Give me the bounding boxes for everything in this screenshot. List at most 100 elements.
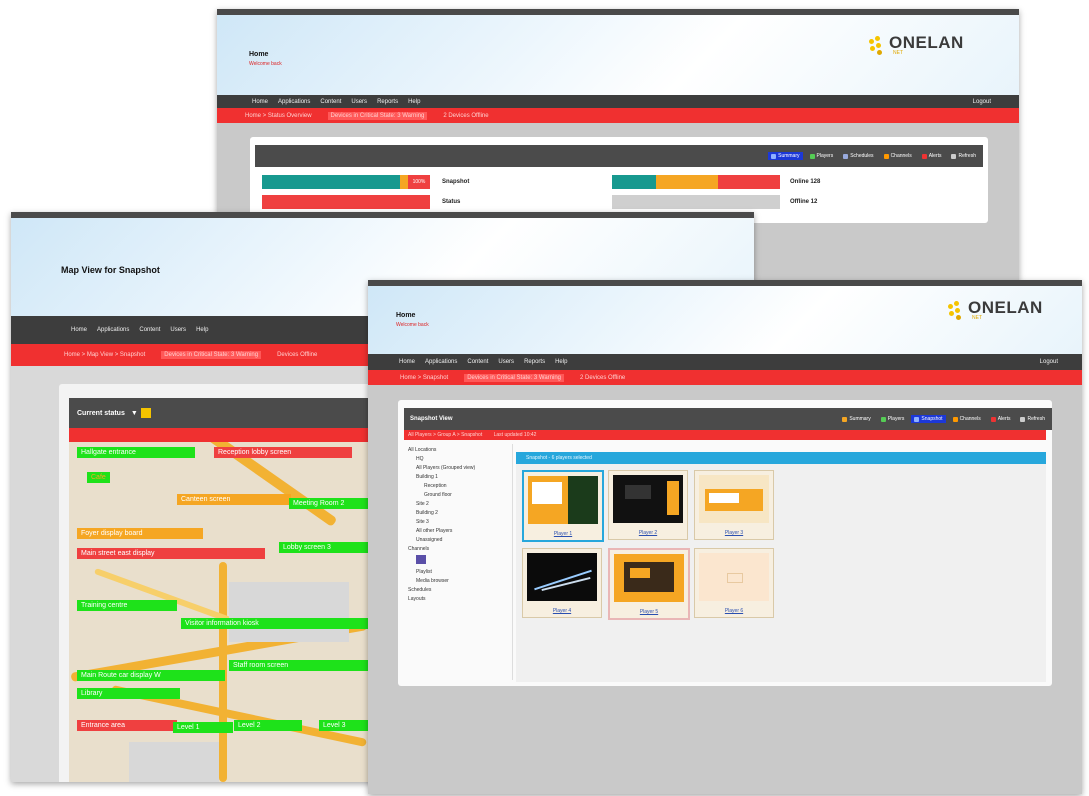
- breadcrumb[interactable]: Home > Snapshot: [400, 375, 448, 381]
- tree-item[interactable]: Ground floor: [408, 492, 508, 498]
- row-label: Status: [442, 199, 461, 205]
- map-status-label[interactable]: Level 2: [234, 720, 302, 731]
- tree-item[interactable]: Reception: [408, 483, 508, 489]
- offline-alert[interactable]: 2 Devices Offline: [443, 113, 488, 119]
- alerts-button[interactable]: Alerts: [919, 152, 945, 160]
- player-thumbnail[interactable]: Player 4: [522, 548, 602, 618]
- critical-alert[interactable]: Devices in Critical State: 3 Warning: [464, 373, 565, 382]
- nav-item[interactable]: Home: [252, 99, 268, 105]
- page-header: Home Welcome back ONELAN NET: [217, 15, 1019, 95]
- nav-item[interactable]: Home: [399, 359, 415, 365]
- tree-item[interactable]: Building 1: [408, 474, 508, 480]
- sub-breadcrumb[interactable]: All Players > Group A > Snapshot: [408, 432, 482, 438]
- map-status-label[interactable]: Lobby screen 3: [279, 542, 377, 553]
- panel-toolbar: Summary Players Schedules Channels Alert…: [255, 145, 983, 167]
- tree-item[interactable]: All Players (Grouped view): [408, 465, 508, 471]
- schedules-button[interactable]: Schedules: [840, 152, 876, 160]
- thumbnail-image: [699, 475, 769, 523]
- thumbnail-caption[interactable]: Player 5: [610, 609, 688, 615]
- filter-icon[interactable]: ▼: [131, 410, 138, 417]
- map-status-label[interactable]: Level 1: [173, 722, 233, 733]
- thumbnail-image: [528, 476, 598, 524]
- nav-item[interactable]: Content: [320, 99, 341, 105]
- map-status-label[interactable]: Staff room screen: [229, 660, 377, 671]
- map-status-label[interactable]: Hallgate entrance: [77, 447, 195, 458]
- tree-item[interactable]: Media browser: [408, 578, 508, 584]
- main-nav: Home Applications Content Users Reports …: [368, 354, 1082, 370]
- bar-grey-2: [612, 195, 780, 209]
- page-header: Home Welcome back ONELAN NET: [368, 286, 1082, 354]
- offline-alert[interactable]: Devices Offline: [277, 352, 317, 358]
- map-status-label[interactable]: Training centre: [77, 600, 177, 611]
- player-thumbnail[interactable]: Player 2: [608, 470, 688, 540]
- nav-item[interactable]: Users: [170, 327, 186, 333]
- refresh-button[interactable]: Refresh: [1017, 415, 1048, 423]
- playlist-icon[interactable]: [408, 555, 508, 566]
- logo-mark-icon: [867, 35, 889, 57]
- map-status-label[interactable]: Meeting Room 2: [289, 498, 377, 509]
- map-status-label[interactable]: Library: [77, 688, 180, 699]
- map-status-label[interactable]: Visitor information kiosk: [181, 618, 379, 629]
- map-status-label[interactable]: Cafe: [87, 472, 110, 483]
- map-status-label[interactable]: Main Route car display W: [77, 670, 225, 681]
- map-status-label[interactable]: Foyer display board: [77, 528, 203, 539]
- tree-item[interactable]: Channels: [408, 546, 508, 552]
- logout-link[interactable]: Logout: [1040, 359, 1058, 365]
- alerts-button[interactable]: Alerts: [988, 415, 1014, 423]
- summary-button[interactable]: Summary: [839, 415, 873, 423]
- map-status-label[interactable]: Canteen screen: [177, 494, 291, 505]
- tree-item[interactable]: Site 3: [408, 519, 508, 525]
- nav-item[interactable]: Content: [467, 359, 488, 365]
- onelan-logo: ONELAN NET: [867, 34, 964, 57]
- breadcrumb[interactable]: Home > Map View > Snapshot: [64, 352, 145, 358]
- offline-alert[interactable]: 2 Devices Offline: [580, 375, 625, 381]
- nav-item[interactable]: Content: [139, 327, 160, 333]
- tree-item[interactable]: HQ: [408, 456, 508, 462]
- player-thumbnail[interactable]: Player 5: [608, 548, 690, 620]
- player-thumbnail[interactable]: Player 1: [522, 470, 604, 542]
- tree-item[interactable]: Site 2: [408, 501, 508, 507]
- map-status-label[interactable]: Main street east display: [77, 548, 265, 559]
- refresh-button[interactable]: Refresh: [948, 152, 979, 160]
- tree-item[interactable]: Playlist: [408, 569, 508, 575]
- nav-item[interactable]: Users: [498, 359, 514, 365]
- thumbnail-caption[interactable]: Player 6: [695, 608, 773, 614]
- player-thumbnail[interactable]: Player 6: [694, 548, 774, 618]
- thumbnail-caption[interactable]: Player 4: [523, 608, 601, 614]
- critical-alert[interactable]: Devices in Critical State: 3 Warning: [161, 351, 262, 359]
- map-status-label[interactable]: Reception lobby screen: [214, 447, 352, 458]
- progress-bar-red: 100%: [408, 175, 430, 189]
- tree-item[interactable]: All other Players: [408, 528, 508, 534]
- nav-item[interactable]: Users: [351, 99, 367, 105]
- map-status-label[interactable]: Entrance area: [77, 720, 177, 731]
- nav-item[interactable]: Applications: [97, 327, 129, 333]
- logout-link[interactable]: Logout: [973, 99, 991, 105]
- snapshot-button[interactable]: Snapshot: [911, 415, 946, 423]
- nav-item[interactable]: Help: [196, 327, 208, 333]
- nav-item[interactable]: Reports: [377, 99, 398, 105]
- summary-button[interactable]: Summary: [768, 152, 803, 160]
- thumbnail-caption[interactable]: Player 2: [609, 530, 687, 536]
- thumbnail-caption[interactable]: Player 3: [695, 530, 773, 536]
- legend-icon[interactable]: [140, 408, 151, 418]
- tree-item[interactable]: All Locations: [408, 447, 508, 453]
- breadcrumb[interactable]: Home > Status Overview: [245, 113, 312, 119]
- players-button[interactable]: Players: [878, 415, 908, 423]
- thumbnail-caption[interactable]: Player 1: [524, 531, 602, 537]
- player-thumbnail[interactable]: Player 3: [694, 470, 774, 540]
- nav-item[interactable]: Help: [555, 359, 567, 365]
- players-button[interactable]: Players: [807, 152, 837, 160]
- nav-item[interactable]: Reports: [524, 359, 545, 365]
- channels-button[interactable]: Channels: [881, 152, 915, 160]
- nav-item[interactable]: Applications: [425, 359, 457, 365]
- tree-item[interactable]: Unassigned: [408, 537, 508, 543]
- nav-item[interactable]: Home: [71, 327, 87, 333]
- tree-item[interactable]: Building 2: [408, 510, 508, 516]
- critical-alert[interactable]: Devices in Critical State: 3 Warning: [327, 111, 428, 120]
- nav-item[interactable]: Applications: [278, 99, 310, 105]
- nav-item[interactable]: Help: [408, 99, 420, 105]
- channels-button[interactable]: Channels: [950, 415, 984, 423]
- navigation-tree: All Locations HQ All Players (Grouped vi…: [408, 444, 508, 680]
- tree-item[interactable]: Layouts: [408, 596, 508, 602]
- tree-item[interactable]: Schedules: [408, 587, 508, 593]
